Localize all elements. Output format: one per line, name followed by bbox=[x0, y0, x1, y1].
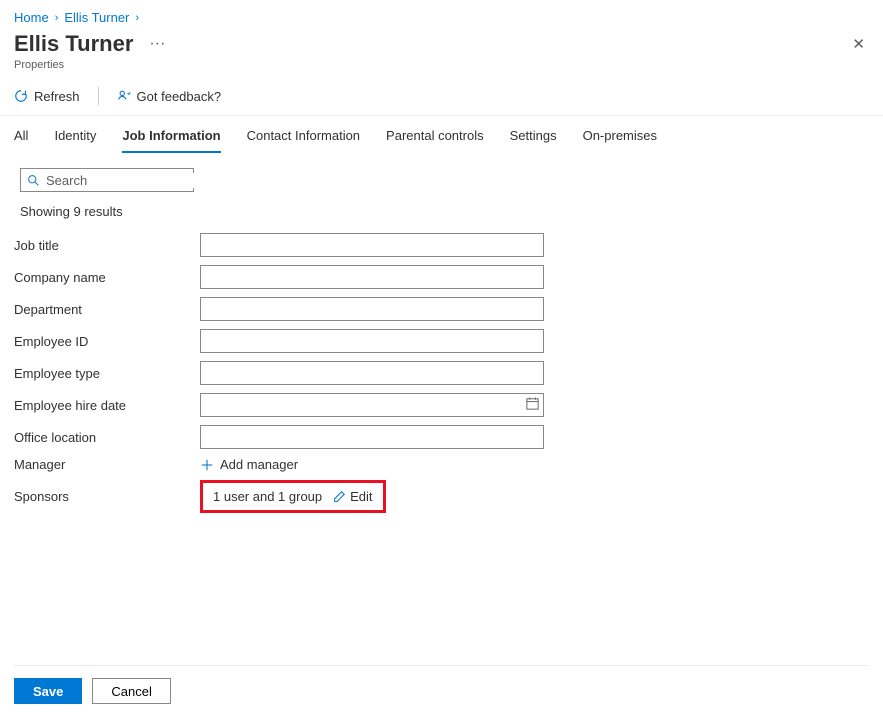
edit-icon bbox=[332, 490, 346, 504]
label-sponsors: Sponsors bbox=[14, 489, 200, 504]
row-employee-id: Employee ID bbox=[14, 329, 869, 353]
row-company-name: Company name bbox=[14, 265, 869, 289]
tab-all[interactable]: All bbox=[14, 128, 28, 153]
more-actions-button[interactable]: ··· bbox=[145, 35, 169, 53]
feedback-label: Got feedback? bbox=[137, 89, 222, 104]
cancel-button[interactable]: Cancel bbox=[92, 678, 170, 704]
chevron-right-icon: › bbox=[55, 12, 59, 24]
label-employee-type: Employee type bbox=[14, 366, 200, 381]
command-bar: Refresh Got feedback? bbox=[0, 71, 883, 116]
input-department[interactable] bbox=[200, 297, 544, 321]
edit-sponsors-button[interactable]: Edit bbox=[332, 489, 372, 504]
label-job-title: Job title bbox=[14, 238, 200, 253]
plus-icon bbox=[200, 458, 214, 472]
breadcrumb-user[interactable]: Ellis Turner bbox=[64, 10, 129, 25]
add-manager-label: Add manager bbox=[220, 457, 298, 472]
input-office-location[interactable] bbox=[200, 425, 544, 449]
breadcrumb: Home › Ellis Turner › bbox=[0, 0, 883, 29]
search-row bbox=[0, 154, 883, 196]
add-manager-button[interactable]: Add manager bbox=[200, 457, 298, 472]
label-hire-date: Employee hire date bbox=[14, 398, 200, 413]
label-office-location: Office location bbox=[14, 430, 200, 445]
divider bbox=[98, 87, 99, 105]
label-department: Department bbox=[14, 302, 200, 317]
search-icon bbox=[27, 174, 40, 187]
tab-settings[interactable]: Settings bbox=[510, 128, 557, 153]
row-manager: Manager Add manager bbox=[14, 457, 869, 472]
search-box[interactable] bbox=[20, 168, 194, 192]
page-title: Ellis Turner bbox=[14, 31, 133, 57]
form: Job title Company name Department Employ… bbox=[0, 227, 883, 513]
row-department: Department bbox=[14, 297, 869, 321]
sponsors-highlight: 1 user and 1 group Edit bbox=[200, 480, 386, 513]
feedback-button[interactable]: Got feedback? bbox=[117, 89, 222, 104]
footer: Save Cancel bbox=[14, 665, 869, 704]
tab-identity[interactable]: Identity bbox=[54, 128, 96, 153]
label-employee-id: Employee ID bbox=[14, 334, 200, 349]
tab-parental-controls[interactable]: Parental controls bbox=[386, 128, 484, 153]
label-manager: Manager bbox=[14, 457, 200, 472]
search-input[interactable] bbox=[46, 173, 222, 188]
breadcrumb-home[interactable]: Home bbox=[14, 10, 49, 25]
input-employee-type[interactable] bbox=[200, 361, 544, 385]
edit-label: Edit bbox=[350, 489, 372, 504]
row-office-location: Office location bbox=[14, 425, 869, 449]
label-company-name: Company name bbox=[14, 270, 200, 285]
close-icon[interactable]: ✕ bbox=[848, 31, 869, 57]
row-employee-type: Employee type bbox=[14, 361, 869, 385]
sponsors-value: 1 user and 1 group bbox=[213, 489, 322, 504]
tab-bar: All Identity Job Information Contact Inf… bbox=[0, 116, 883, 154]
feedback-icon bbox=[117, 89, 131, 103]
row-hire-date: Employee hire date bbox=[14, 393, 869, 417]
page-header: Ellis Turner ··· Properties ✕ bbox=[0, 29, 883, 71]
row-sponsors: Sponsors 1 user and 1 group Edit bbox=[14, 480, 869, 513]
chevron-right-icon: › bbox=[135, 12, 139, 24]
input-job-title[interactable] bbox=[200, 233, 544, 257]
tab-job-information[interactable]: Job Information bbox=[122, 128, 220, 153]
input-employee-id[interactable] bbox=[200, 329, 544, 353]
results-count: Showing 9 results bbox=[0, 196, 883, 227]
tab-on-premises[interactable]: On-premises bbox=[583, 128, 657, 153]
calendar-icon[interactable] bbox=[525, 396, 540, 411]
input-company-name[interactable] bbox=[200, 265, 544, 289]
refresh-label: Refresh bbox=[34, 89, 80, 104]
input-hire-date[interactable] bbox=[200, 393, 544, 417]
tab-contact-information[interactable]: Contact Information bbox=[247, 128, 360, 153]
refresh-icon bbox=[14, 89, 28, 103]
page-subtitle: Properties bbox=[14, 59, 169, 71]
save-button[interactable]: Save bbox=[14, 678, 82, 704]
row-job-title: Job title bbox=[14, 233, 869, 257]
refresh-button[interactable]: Refresh bbox=[14, 89, 80, 104]
